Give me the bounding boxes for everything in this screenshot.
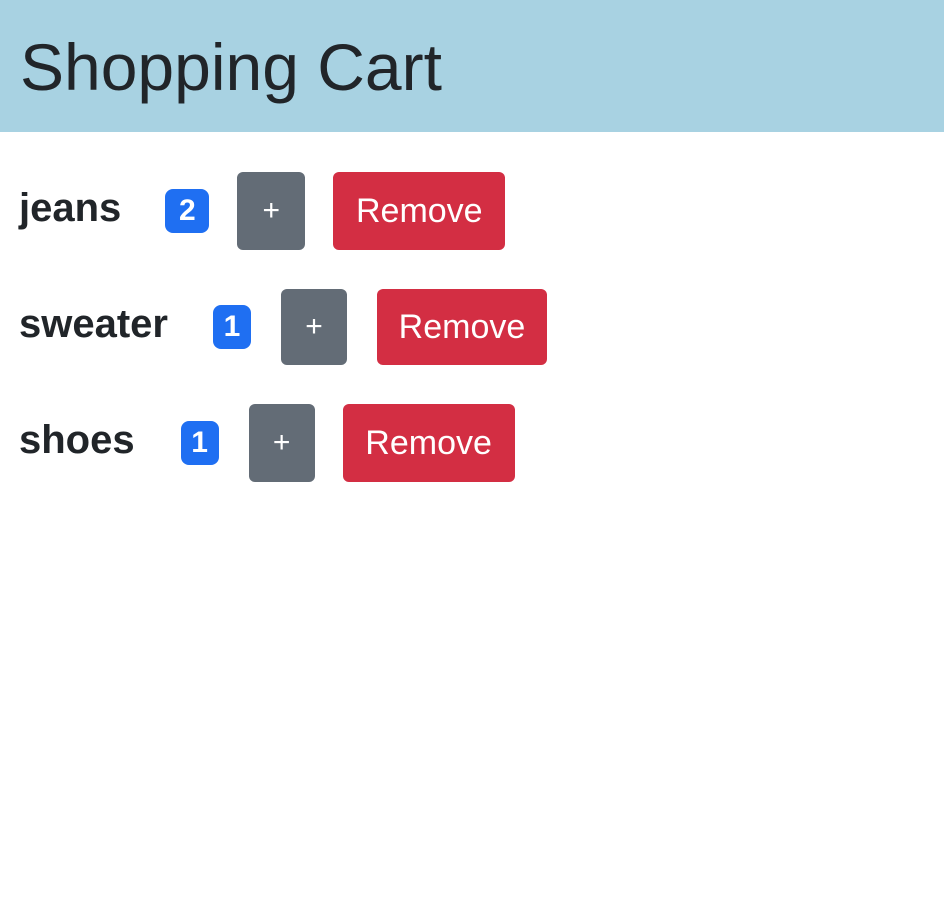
quantity-badge: 1 <box>180 421 219 465</box>
remove-item-button[interactable]: Remove <box>333 172 506 250</box>
item-name: shoes <box>19 418 135 462</box>
add-quantity-button[interactable]: + <box>280 289 347 365</box>
cart-item-sweater: sweater 1 + Remove <box>0 288 944 366</box>
cart-item-shoes: shoes 1 + Remove <box>0 404 944 482</box>
cart-list: jeans 2 + Remove sweater 1 + Remove shoe… <box>0 132 944 482</box>
add-quantity-button[interactable]: + <box>237 172 306 250</box>
remove-item-button[interactable]: Remove <box>376 289 547 365</box>
item-name: jeans <box>19 186 122 230</box>
cart-item-jeans: jeans 2 + Remove <box>0 172 944 250</box>
item-name: sweater <box>19 302 168 346</box>
add-quantity-button[interactable]: + <box>248 404 315 482</box>
quantity-badge: 2 <box>165 189 210 233</box>
page-title: Shopping Cart <box>20 30 442 104</box>
page-header: Shopping Cart <box>0 0 944 132</box>
quantity-badge: 1 <box>212 305 251 349</box>
remove-item-button[interactable]: Remove <box>342 404 515 482</box>
